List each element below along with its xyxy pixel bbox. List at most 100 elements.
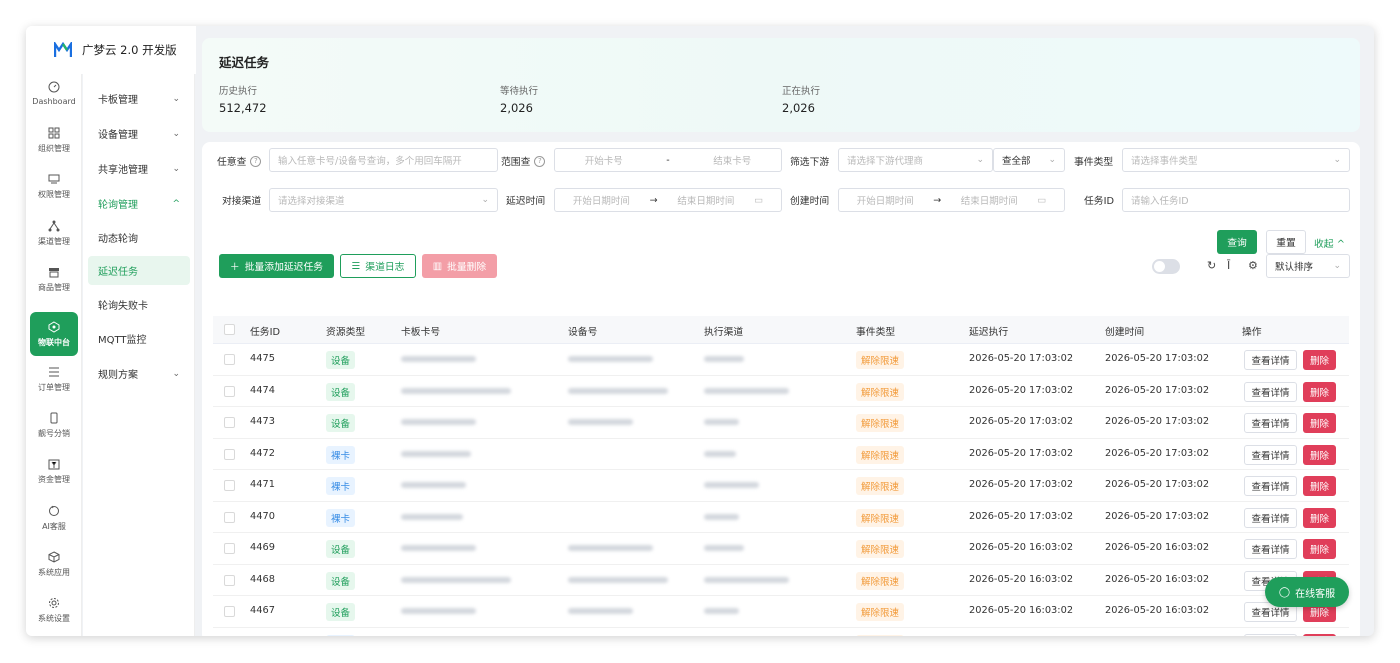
delay-exec-cell: 2026-05-20 16:03:02 xyxy=(969,605,1074,616)
channel-cell xyxy=(704,387,789,394)
submenu-item[interactable]: 延迟任务 xyxy=(88,256,190,285)
task-id-cell: 4475 xyxy=(250,353,275,364)
event-type-tag: 解除限速 xyxy=(856,445,905,464)
table-row: 4472 裸卡 解除限速 2026-05-20 17:03:02 2026-05-20 … xyxy=(213,439,1349,470)
view-detail-button[interactable]: 查看详情 xyxy=(1244,413,1297,433)
help-icon[interactable]: ? xyxy=(534,155,546,167)
row-checkbox[interactable] xyxy=(224,448,235,460)
rail-item-dashboard[interactable]: Dashboard xyxy=(30,71,78,115)
view-detail-button[interactable]: 查看详情 xyxy=(1244,381,1297,402)
column-height-icon[interactable]: Ī xyxy=(1227,259,1230,272)
view-detail-button[interactable]: 查看详情 xyxy=(1244,350,1297,370)
submenu-item[interactable]: 轮询管理 ^ xyxy=(88,189,190,218)
delete-button[interactable]: 删除 xyxy=(1303,476,1336,496)
refresh-icon[interactable]: ↻ xyxy=(1207,259,1216,272)
submenu-item[interactable]: 卡板管理 ⌄ xyxy=(88,84,190,113)
date-end[interactable]: 结束日期时间 xyxy=(677,193,734,207)
device-number-cell xyxy=(568,356,653,362)
card-number-cell xyxy=(401,608,476,614)
channel-select[interactable]: 请选择对接渠道 ⌄ xyxy=(269,188,498,212)
stat-running: 正在执行 2,026 xyxy=(782,83,820,115)
select-all-checkbox[interactable] xyxy=(224,324,235,335)
reset-button[interactable]: 重置 xyxy=(1266,230,1306,254)
downstream-scope-select[interactable]: 查全部 ⌄ xyxy=(993,148,1065,172)
delay-exec-cell: 2026-05-20 17:03:02 xyxy=(969,447,1074,459)
view-detail-button[interactable]: 查看详情 xyxy=(1244,507,1297,528)
date-start[interactable]: 开始日期时间 xyxy=(857,193,914,207)
range-end[interactable]: 结束卡号 xyxy=(713,153,751,167)
view-detail-button[interactable]: 查看详情 xyxy=(1244,633,1297,636)
rail-item-monitor[interactable]: 权限管理 xyxy=(30,164,78,208)
event-type-label: 事件类型 xyxy=(1074,157,1114,168)
delete-button[interactable]: 删除 xyxy=(1303,507,1336,528)
row-checkbox[interactable] xyxy=(224,385,235,397)
help-icon[interactable]: ? xyxy=(250,155,262,167)
rail-item-gear[interactable]: 系统设置 xyxy=(30,588,78,632)
rail-item-cube[interactable]: 系统应用 xyxy=(30,542,78,586)
event-type-tag: 解除限速 xyxy=(856,351,905,369)
sort-select[interactable]: 默认排序 ⌄ xyxy=(1266,254,1350,278)
rail-item-phone[interactable]: 靓号分销 xyxy=(30,403,78,447)
row-checkbox[interactable] xyxy=(224,511,235,523)
delete-button[interactable]: 删除 xyxy=(1303,633,1336,636)
rail-item-ai[interactable]: AI客服 xyxy=(30,496,78,540)
delete-button[interactable]: 删除 xyxy=(1303,350,1336,370)
submenu-item[interactable]: 动态轮询 xyxy=(88,223,190,252)
range-start[interactable]: 开始卡号 xyxy=(585,153,623,167)
submenu-item[interactable]: 共享池管理 ⌄ xyxy=(88,154,190,183)
downstream-select[interactable]: 请选择下游代理商 ⌄ xyxy=(838,148,993,172)
col-task-id: 任务ID xyxy=(250,327,281,338)
rail-item-network[interactable]: 渠道管理 xyxy=(30,211,78,255)
channel-log-button[interactable]: ☰ 渠道日志 xyxy=(340,254,416,278)
gear-icon[interactable]: ⚙ xyxy=(1248,259,1258,272)
online-support-button[interactable]: ◯ 在线客服 xyxy=(1265,577,1349,607)
delete-button[interactable]: 删除 xyxy=(1303,444,1336,465)
row-checkbox[interactable] xyxy=(224,574,235,586)
batch-delete-button[interactable]: ▥ 批量删除 xyxy=(422,254,497,278)
rail-item-store[interactable]: 商品管理 xyxy=(30,257,78,301)
submenu-item[interactable]: 规则方案 ⌄ xyxy=(88,359,190,388)
channel-cell xyxy=(704,608,739,614)
rail-item-list[interactable]: 订单管理 xyxy=(30,357,78,401)
rail-item-label: Dashboard xyxy=(32,96,76,106)
event-type-select[interactable]: 请选择事件类型 ⌄ xyxy=(1122,148,1350,172)
submenu-item[interactable]: 轮询失败卡 xyxy=(88,290,190,319)
calendar-icon: ▭ xyxy=(1037,194,1047,206)
list-icon xyxy=(48,366,60,378)
primary-nav: Dashboard 组织管理 权限管理 渠道管理 商品管理物联中台 订单管理 靓号分销 资金管… xyxy=(26,26,82,636)
create-time-cell: 2026-05-20 17:03:02 xyxy=(1105,479,1210,490)
submenu-item-label: 轮询失败卡 xyxy=(98,301,148,312)
toggle-switch[interactable] xyxy=(1152,259,1180,274)
view-detail-button[interactable]: 查看详情 xyxy=(1244,444,1297,465)
network-icon xyxy=(48,220,60,232)
row-checkbox[interactable] xyxy=(224,417,235,428)
delete-button[interactable]: 删除 xyxy=(1303,413,1336,433)
task-id-input[interactable]: 请输入任务ID xyxy=(1122,188,1350,212)
row-checkbox[interactable] xyxy=(224,543,235,554)
query-button[interactable]: 查询 xyxy=(1217,230,1257,254)
phone-icon xyxy=(48,412,60,424)
submenu-item[interactable]: MQTT监控 xyxy=(88,324,190,353)
any-query-input[interactable]: 输入任意卡号/设备号查询，多个用回车隔开 xyxy=(269,148,498,172)
date-end[interactable]: 结束日期时间 xyxy=(961,193,1018,207)
channel-cell xyxy=(704,576,789,583)
submenu-item-label: 动态轮询 xyxy=(98,234,138,245)
collapse-link[interactable]: 收起 ^ xyxy=(1314,236,1345,250)
date-start[interactable]: 开始日期时间 xyxy=(573,193,630,207)
view-detail-button[interactable]: 查看详情 xyxy=(1244,539,1297,559)
submenu-item[interactable]: 设备管理 ⌄ xyxy=(88,119,190,148)
delay-time-range[interactable]: 开始日期时间 → 结束日期时间 ▭ xyxy=(554,188,782,212)
delay-exec-cell: 2026-05-20 17:03:02 xyxy=(969,353,1074,364)
view-detail-button[interactable]: 查看详情 xyxy=(1244,476,1297,496)
row-checkbox[interactable] xyxy=(224,606,235,617)
delete-button[interactable]: 删除 xyxy=(1303,381,1336,402)
rail-item-money[interactable]: 资金管理 xyxy=(30,449,78,493)
rail-item-grid[interactable]: 组织管理 xyxy=(30,118,78,162)
delete-button[interactable]: 删除 xyxy=(1303,539,1336,559)
batch-add-button[interactable]: ＋批量添加延迟任务 xyxy=(219,254,334,278)
rail-item-iot[interactable]: 物联中台 xyxy=(30,312,78,356)
range-query-input[interactable]: 开始卡号 - 结束卡号 xyxy=(554,148,782,172)
row-checkbox[interactable] xyxy=(224,354,235,365)
create-time-range[interactable]: 开始日期时间 → 结束日期时间 ▭ xyxy=(838,188,1065,212)
row-checkbox[interactable] xyxy=(224,480,235,491)
